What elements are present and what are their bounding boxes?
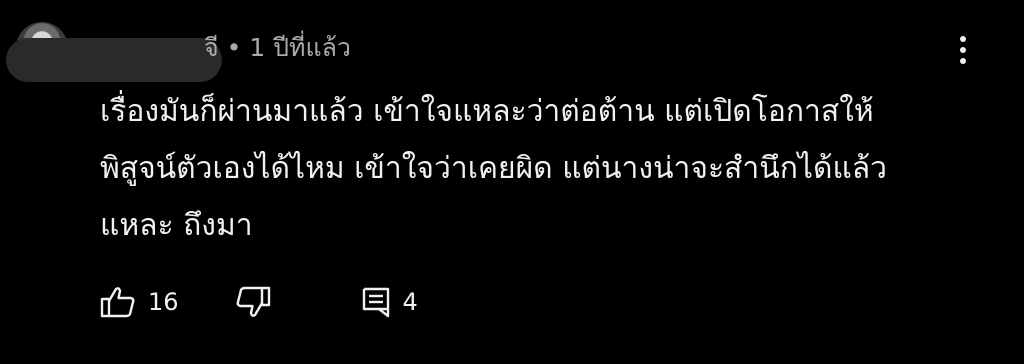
reply-icon	[362, 287, 389, 318]
reply-count: 4	[402, 288, 418, 316]
like-button[interactable]: 16	[100, 285, 179, 319]
comment-text: เรื่องมันก็ผ่านมาแล้ว เข้าใจแหละว่าต่อต้…	[100, 94, 888, 243]
reply-button[interactable]: 4	[361, 286, 418, 318]
more-vert-icon	[960, 36, 966, 64]
dislike-button[interactable]	[235, 285, 271, 319]
thumbs-down-icon	[236, 286, 270, 317]
thumbs-up-icon	[100, 287, 135, 318]
comment-meta: จี • 1 ปีที่แล้ว	[204, 33, 351, 62]
comment-actions: 16 4	[100, 282, 418, 322]
author-name-redaction	[6, 38, 222, 82]
comment-menu-button[interactable]	[948, 30, 978, 70]
like-count: 16	[148, 288, 179, 316]
